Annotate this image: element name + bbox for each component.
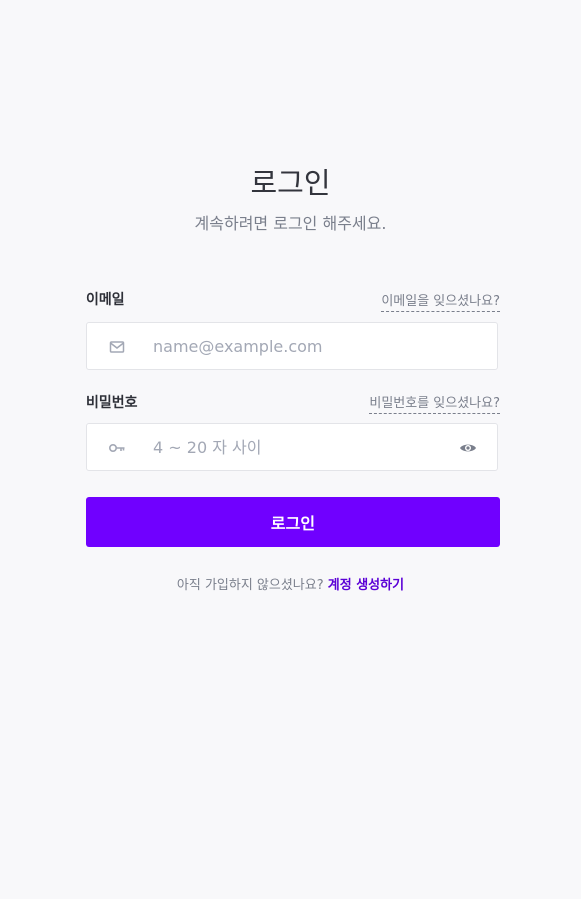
signup-prompt: 아직 가입하지 않으셨나요? 계정 생성하기 xyxy=(0,576,581,596)
password-field xyxy=(86,423,498,471)
page-title: 로그인 xyxy=(250,166,331,200)
forgot-email-link[interactable]: 이메일을 잊으셨나요? xyxy=(381,293,500,312)
eye-icon[interactable] xyxy=(459,439,477,457)
login-button[interactable]: 로그인 xyxy=(86,497,500,547)
password-input[interactable] xyxy=(153,424,453,470)
key-icon xyxy=(108,444,125,453)
email-input[interactable] xyxy=(153,323,453,369)
password-label: 비밀번호 xyxy=(86,395,138,411)
email-label: 이메일 xyxy=(86,292,125,308)
signup-prompt-text: 아직 가입하지 않으셨나요? xyxy=(176,578,324,593)
mail-icon xyxy=(109,341,125,353)
create-account-link[interactable]: 계정 생성하기 xyxy=(328,578,404,593)
email-field xyxy=(86,322,498,370)
login-page: 로그인 계속하려면 로그인 해주세요. 이메일 이메일을 잊으셨나요? 비밀번호… xyxy=(0,0,581,899)
page-subtitle: 계속하려면 로그인 해주세요. xyxy=(194,214,387,233)
forgot-password-link[interactable]: 비밀번호를 잊으셨나요? xyxy=(369,395,500,414)
